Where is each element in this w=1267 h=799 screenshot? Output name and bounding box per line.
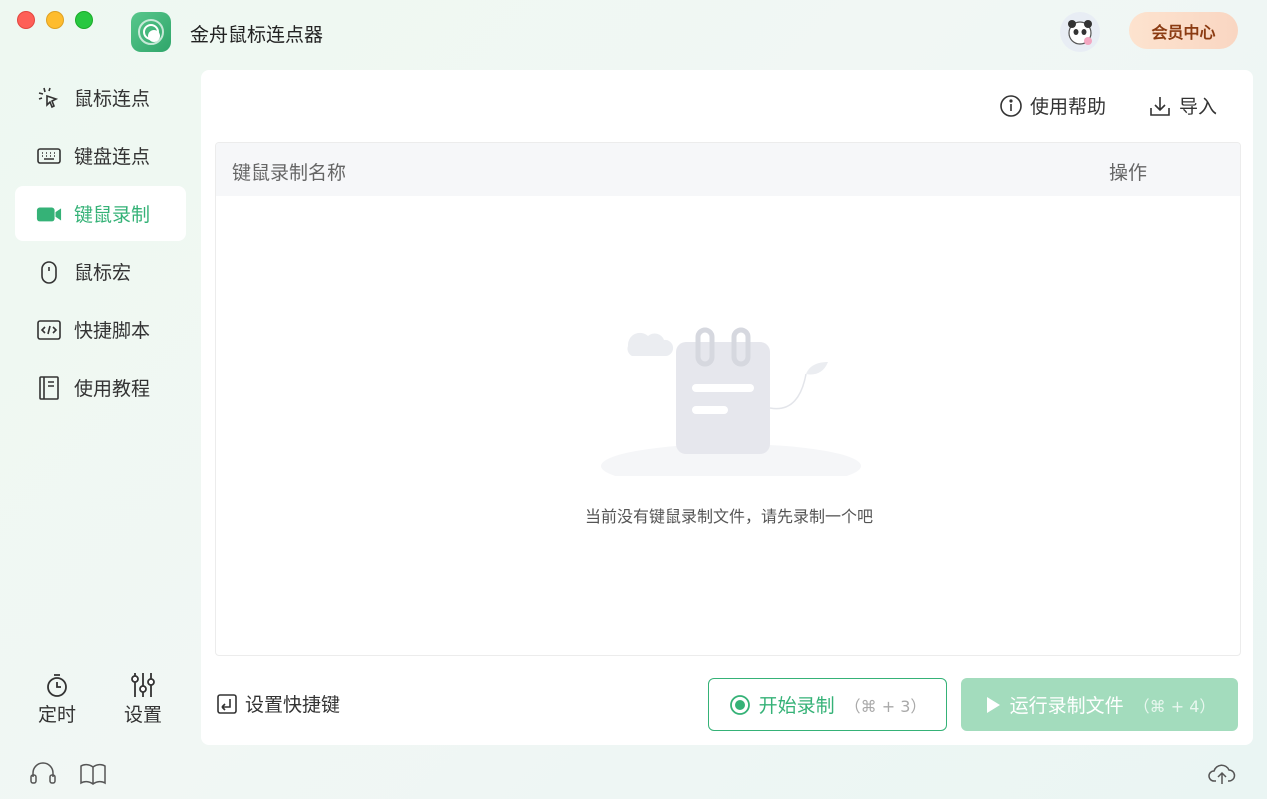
panda-avatar-icon xyxy=(1068,20,1092,45)
play-icon xyxy=(984,695,1002,715)
mouse-icon xyxy=(36,259,62,285)
shortcut-key-icon xyxy=(215,692,239,716)
set-shortcut-button[interactable]: 设置快捷键 xyxy=(215,690,340,717)
import-label: 导入 xyxy=(1179,96,1218,118)
set-shortcut-label: 设置快捷键 xyxy=(245,694,341,716)
keyboard-icon xyxy=(36,143,62,169)
sidebar-item-label: 快捷脚本 xyxy=(74,320,151,342)
code-icon xyxy=(36,317,62,343)
sidebar-item-label: 键鼠录制 xyxy=(74,204,151,226)
close-window-button[interactable] xyxy=(17,11,35,29)
recordings-table: 键鼠录制名称 操作 当前没有键鼠录制文件，请先录制一个吧 xyxy=(215,142,1241,656)
run-recording-button[interactable]: 运行录制文件 （⌘ + 4） xyxy=(961,678,1238,731)
settings-label: 设置 xyxy=(123,704,162,726)
sidebar: 鼠标连点 键盘连点 键鼠录制 鼠标宏 快捷脚本 使用教程 xyxy=(15,70,186,418)
open-book-icon[interactable] xyxy=(79,760,107,788)
vip-center-button[interactable]: 会员中心 xyxy=(1129,12,1238,49)
cloud-upload-icon[interactable] xyxy=(1208,760,1236,788)
title-bar: 金舟鼠标连点器 会员中心 xyxy=(0,0,1267,64)
info-icon xyxy=(998,93,1024,119)
help-label: 使用帮助 xyxy=(1030,96,1107,118)
sidebar-item-label: 鼠标宏 xyxy=(74,262,132,284)
sidebar-item-quick-script[interactable]: 快捷脚本 xyxy=(15,302,186,357)
download-icon xyxy=(1147,93,1173,119)
record-icon xyxy=(729,694,751,716)
customer-service-icon[interactable] xyxy=(29,760,57,788)
column-header-name: 键鼠录制名称 xyxy=(232,162,347,184)
maximize-window-button[interactable] xyxy=(75,11,93,29)
sidebar-item-label: 使用教程 xyxy=(74,378,151,400)
sidebar-item-label: 鼠标连点 xyxy=(74,88,151,110)
sidebar-item-keyboard-click[interactable]: 键盘连点 xyxy=(15,128,186,183)
start-recording-shortcut: （⌘ + 3） xyxy=(844,696,927,716)
sliders-icon xyxy=(113,670,173,700)
start-recording-button[interactable]: 开始录制 （⌘ + 3） xyxy=(708,678,947,731)
app-logo-icon xyxy=(131,12,171,52)
user-avatar[interactable] xyxy=(1060,12,1100,52)
run-recording-shortcut: （⌘ + 4） xyxy=(1133,696,1216,716)
settings-button[interactable]: 设置 xyxy=(113,670,173,727)
timer-button[interactable]: 定时 xyxy=(27,670,87,727)
column-header-actions: 操作 xyxy=(1109,162,1148,184)
sidebar-tools: 定时 设置 xyxy=(15,670,186,730)
start-recording-label: 开始录制 xyxy=(758,695,835,717)
empty-state-text: 当前没有键鼠录制文件，请先录制一个吧 xyxy=(584,507,873,526)
book-icon xyxy=(36,375,62,401)
main-panel: 使用帮助 导入 键鼠录制名称 操作 当前没有键鼠录制文件，请先录制一个吧 设置快… xyxy=(201,70,1253,745)
sidebar-item-tutorial[interactable]: 使用教程 xyxy=(15,360,186,415)
app-title: 金舟鼠标连点器 xyxy=(190,24,324,46)
mouse-click-icon xyxy=(36,85,62,111)
import-button[interactable]: 导入 xyxy=(1147,92,1217,119)
empty-notebook-illustration xyxy=(601,327,861,476)
video-record-icon xyxy=(36,201,62,227)
sidebar-item-mouse-click[interactable]: 鼠标连点 xyxy=(15,70,186,125)
help-button[interactable]: 使用帮助 xyxy=(998,92,1106,119)
timer-label: 定时 xyxy=(37,704,76,726)
sidebar-item-mouse-macro[interactable]: 鼠标宏 xyxy=(15,244,186,299)
sidebar-item-keymouse-record[interactable]: 键鼠录制 xyxy=(15,186,186,241)
minimize-window-button[interactable] xyxy=(46,11,64,29)
run-recording-label: 运行录制文件 xyxy=(1009,695,1124,717)
sidebar-item-label: 键盘连点 xyxy=(74,146,151,168)
empty-state: 当前没有键鼠录制文件，请先录制一个吧 xyxy=(216,196,1240,655)
stopwatch-icon xyxy=(27,670,87,700)
table-header: 键鼠录制名称 操作 xyxy=(216,143,1240,196)
